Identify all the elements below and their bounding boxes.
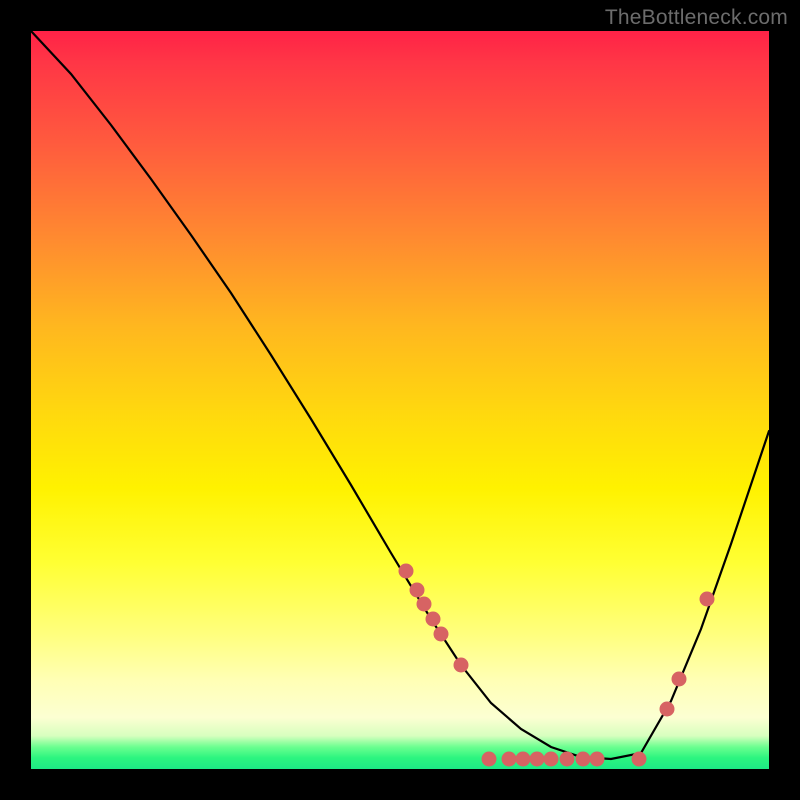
bead-point <box>516 752 531 767</box>
watermark-text: TheBottleneck.com <box>605 6 788 30</box>
bead-point <box>544 752 559 767</box>
bead-point <box>454 658 469 673</box>
bead-point <box>660 702 675 717</box>
bead-point <box>417 597 432 612</box>
plot-area <box>31 31 769 769</box>
bead-point <box>632 752 647 767</box>
bead-point <box>700 592 715 607</box>
bead-point <box>410 583 425 598</box>
bead-point <box>590 752 605 767</box>
bead-point <box>502 752 517 767</box>
bead-point <box>399 564 414 579</box>
bead-point <box>576 752 591 767</box>
bottleneck-curve <box>31 31 769 759</box>
bead-group <box>399 564 715 767</box>
bead-point <box>672 672 687 687</box>
bead-point <box>560 752 575 767</box>
bead-point <box>434 627 449 642</box>
curve-svg <box>31 31 769 769</box>
bead-point <box>530 752 545 767</box>
bead-point <box>426 612 441 627</box>
bead-point <box>482 752 497 767</box>
chart-container: TheBottleneck.com <box>0 0 800 800</box>
